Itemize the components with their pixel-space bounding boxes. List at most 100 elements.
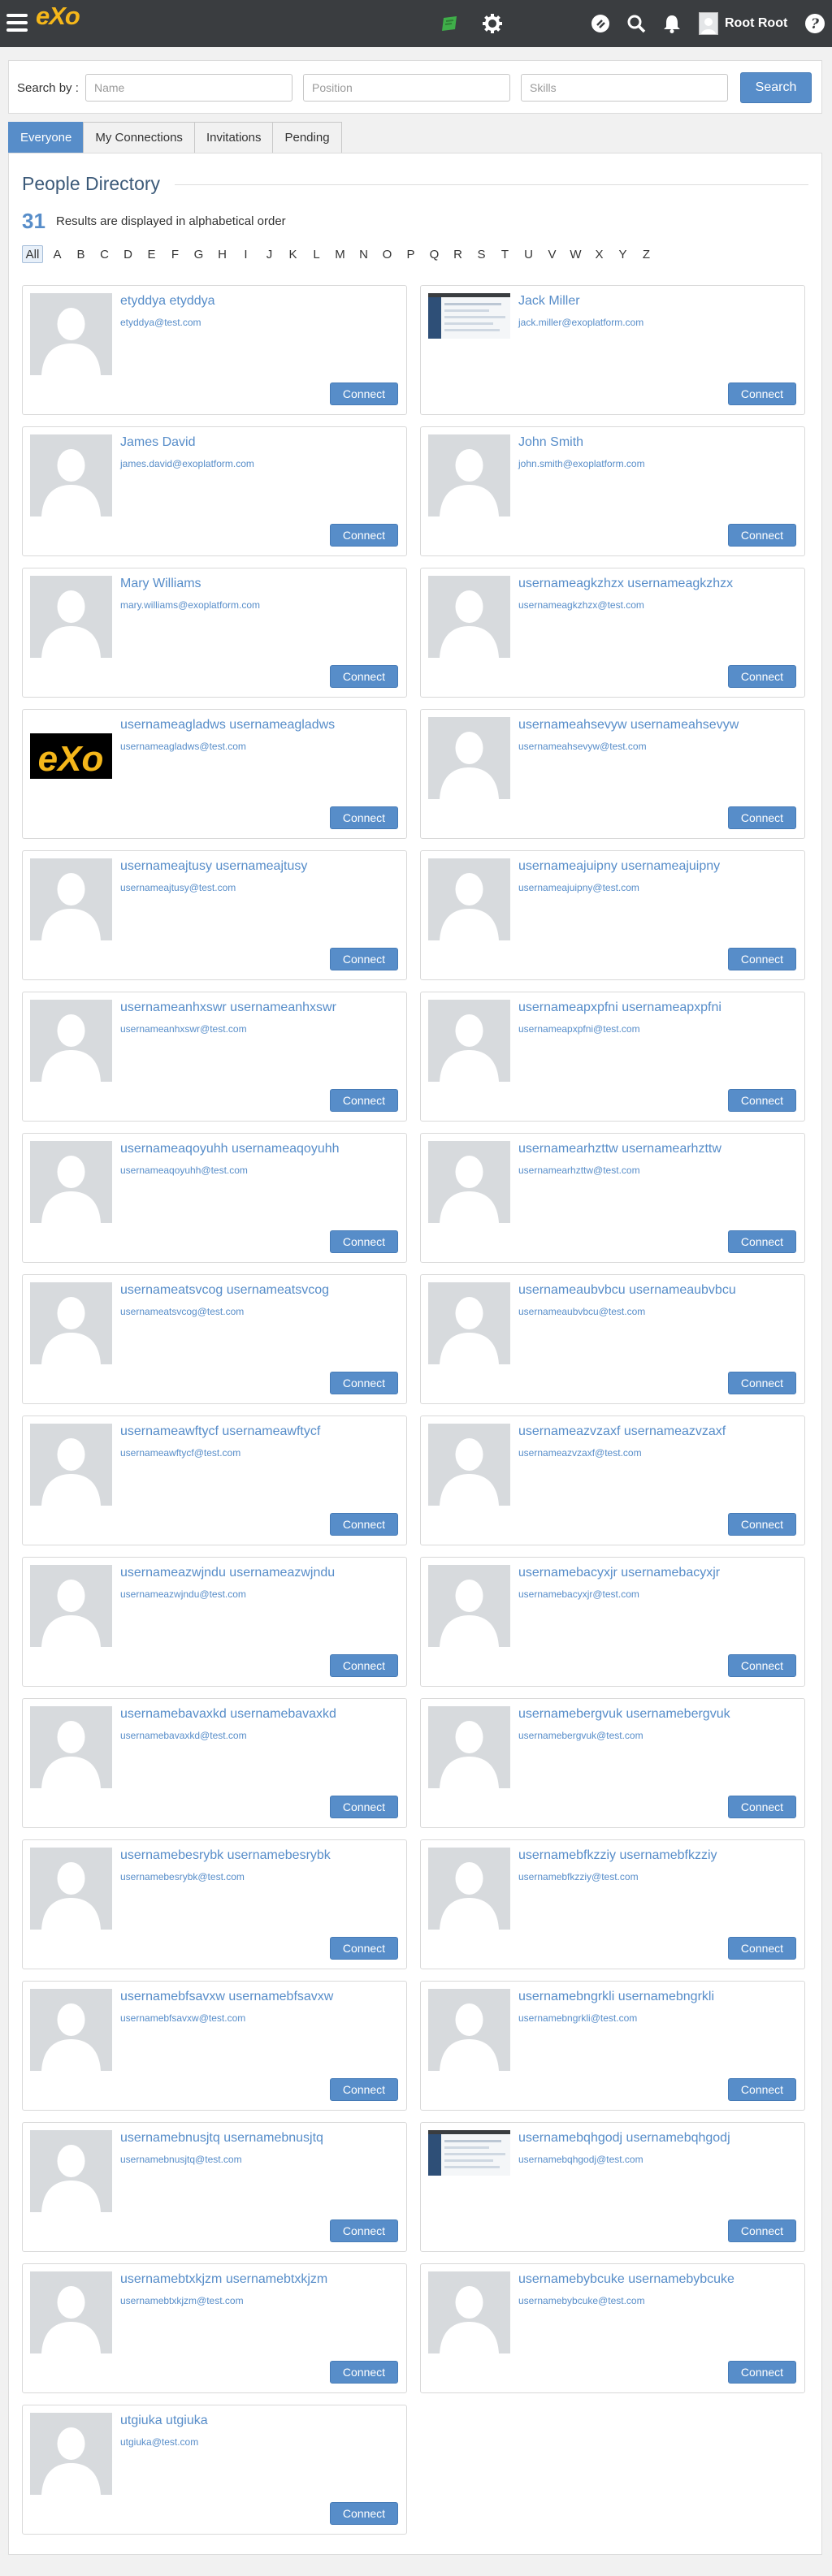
connect-button[interactable]: Connect — [728, 2219, 796, 2242]
avatar[interactable] — [30, 1000, 112, 1082]
letter-filter-r[interactable]: R — [446, 245, 470, 263]
letter-filter-k[interactable]: K — [281, 245, 305, 263]
connect-button[interactable]: Connect — [728, 665, 796, 688]
person-name-link[interactable]: Mary Williams — [120, 577, 202, 591]
letter-filter-v[interactable]: V — [540, 245, 564, 263]
connect-button[interactable]: Connect — [728, 1089, 796, 1112]
person-name-link[interactable]: usernamebtxkjzm usernamebtxkjzm — [120, 2272, 327, 2287]
person-name-link[interactable]: usernameazvzaxf usernameazvzaxf — [518, 1424, 726, 1439]
tab-my-connections[interactable]: My Connections — [83, 122, 195, 153]
avatar[interactable] — [30, 858, 112, 940]
tab-pending[interactable]: Pending — [272, 122, 342, 153]
connect-button[interactable]: Connect — [728, 383, 796, 405]
connect-button[interactable]: Connect — [330, 524, 398, 547]
menu-icon[interactable] — [6, 14, 28, 32]
avatar[interactable] — [428, 1848, 510, 1930]
person-name-link[interactable]: usernamebfsavxw usernamebfsavxw — [120, 1990, 333, 2004]
letter-filter-y[interactable]: Y — [611, 245, 635, 263]
letter-filter-l[interactable]: L — [305, 245, 328, 263]
connect-button[interactable]: Connect — [330, 2361, 398, 2384]
position-search-input[interactable] — [303, 74, 510, 102]
letter-filter-u[interactable]: U — [517, 245, 540, 263]
name-search-input[interactable] — [85, 74, 292, 102]
letter-filter-f[interactable]: F — [163, 245, 187, 263]
connect-button[interactable]: Connect — [728, 1372, 796, 1394]
connect-button[interactable]: Connect — [330, 1230, 398, 1253]
connect-button[interactable]: Connect — [728, 1513, 796, 1536]
connect-button[interactable]: Connect — [728, 1796, 796, 1818]
person-name-link[interactable]: Jack Miller — [518, 294, 580, 309]
letter-filter-e[interactable]: E — [140, 245, 163, 263]
letter-filter-q[interactable]: Q — [422, 245, 446, 263]
avatar[interactable] — [30, 1848, 112, 1930]
letter-filter-c[interactable]: C — [93, 245, 116, 263]
connect-button[interactable]: Connect — [728, 948, 796, 970]
connect-button[interactable]: Connect — [728, 1230, 796, 1253]
letter-filter-n[interactable]: N — [352, 245, 375, 263]
avatar[interactable] — [428, 1000, 510, 1082]
person-name-link[interactable]: usernameanhxswr usernameanhxswr — [120, 1001, 336, 1015]
avatar[interactable] — [428, 576, 510, 658]
tab-invitations[interactable]: Invitations — [193, 122, 274, 153]
avatar[interactable] — [428, 717, 510, 799]
person-name-link[interactable]: usernamebngrkli usernamebngrkli — [518, 1990, 714, 2004]
avatar[interactable] — [428, 2130, 510, 2212]
person-name-link[interactable]: usernameaubvbcu usernameaubvbcu — [518, 1283, 736, 1298]
letter-filter-z[interactable]: Z — [635, 245, 658, 263]
connect-button[interactable]: Connect — [330, 1654, 398, 1677]
connect-button[interactable]: Connect — [330, 2502, 398, 2525]
letter-filter-h[interactable]: H — [210, 245, 234, 263]
person-name-link[interactable]: usernameapxpfni usernameapxpfni — [518, 1001, 722, 1015]
person-name-link[interactable]: usernameatsvcog usernameatsvcog — [120, 1283, 329, 1298]
letter-filter-w[interactable]: W — [564, 245, 587, 263]
person-name-link[interactable]: usernamebnusjtq usernamebnusjtq — [120, 2131, 323, 2146]
person-name-link[interactable]: usernamebavaxkd usernamebavaxkd — [120, 1707, 336, 1722]
letter-filter-s[interactable]: S — [470, 245, 493, 263]
avatar[interactable] — [428, 434, 510, 516]
help-circle-icon[interactable] — [590, 13, 611, 34]
avatar[interactable]: eXo — [30, 717, 112, 799]
avatar[interactable] — [428, 2271, 510, 2353]
avatar[interactable] — [30, 1141, 112, 1223]
avatar[interactable] — [428, 1282, 510, 1364]
avatar[interactable] — [30, 2130, 112, 2212]
search-button[interactable]: Search — [740, 72, 812, 103]
connect-button[interactable]: Connect — [330, 1513, 398, 1536]
help-icon[interactable]: ? — [804, 13, 826, 34]
person-name-link[interactable]: usernamebqhgodj usernamebqhgodj — [518, 2131, 730, 2146]
letter-filter-all[interactable]: All — [22, 245, 43, 263]
person-name-link[interactable]: usernamebybcuke usernamebybcuke — [518, 2272, 734, 2287]
person-name-link[interactable]: usernameagkzhzx usernameagkzhzx — [518, 577, 733, 591]
avatar[interactable] — [30, 1989, 112, 2071]
connect-button[interactable]: Connect — [330, 1372, 398, 1394]
connect-button[interactable]: Connect — [728, 524, 796, 547]
skills-search-input[interactable] — [521, 74, 728, 102]
person-name-link[interactable]: etyddya etyddya — [120, 294, 215, 309]
chat-icon[interactable] — [439, 13, 460, 34]
person-name-link[interactable]: usernamebesrybk usernamebesrybk — [120, 1848, 331, 1863]
search-icon[interactable] — [626, 13, 647, 34]
connect-button[interactable]: Connect — [330, 1796, 398, 1818]
letter-filter-p[interactable]: P — [399, 245, 422, 263]
bell-icon[interactable] — [661, 13, 682, 34]
person-name-link[interactable]: usernameaqoyuhh usernameaqoyuhh — [120, 1142, 340, 1156]
avatar[interactable] — [30, 2271, 112, 2353]
connect-button[interactable]: Connect — [330, 383, 398, 405]
avatar[interactable] — [30, 1424, 112, 1506]
connect-button[interactable]: Connect — [330, 948, 398, 970]
avatar[interactable] — [30, 1282, 112, 1364]
avatar[interactable] — [428, 1989, 510, 2071]
letter-filter-g[interactable]: G — [187, 245, 210, 263]
connect-button[interactable]: Connect — [728, 2078, 796, 2101]
avatar[interactable] — [428, 1141, 510, 1223]
exo-logo[interactable]: eXo — [36, 2, 80, 31]
avatar[interactable] — [428, 1424, 510, 1506]
person-name-link[interactable]: usernamebacyxjr usernamebacyxjr — [518, 1566, 720, 1580]
avatar[interactable] — [428, 858, 510, 940]
avatar[interactable] — [428, 1706, 510, 1788]
avatar[interactable] — [30, 293, 112, 375]
avatar[interactable] — [30, 1565, 112, 1647]
person-name-link[interactable]: usernamearhzttw usernamearhzttw — [518, 1142, 722, 1156]
connect-button[interactable]: Connect — [330, 1937, 398, 1960]
person-name-link[interactable]: John Smith — [518, 435, 583, 450]
